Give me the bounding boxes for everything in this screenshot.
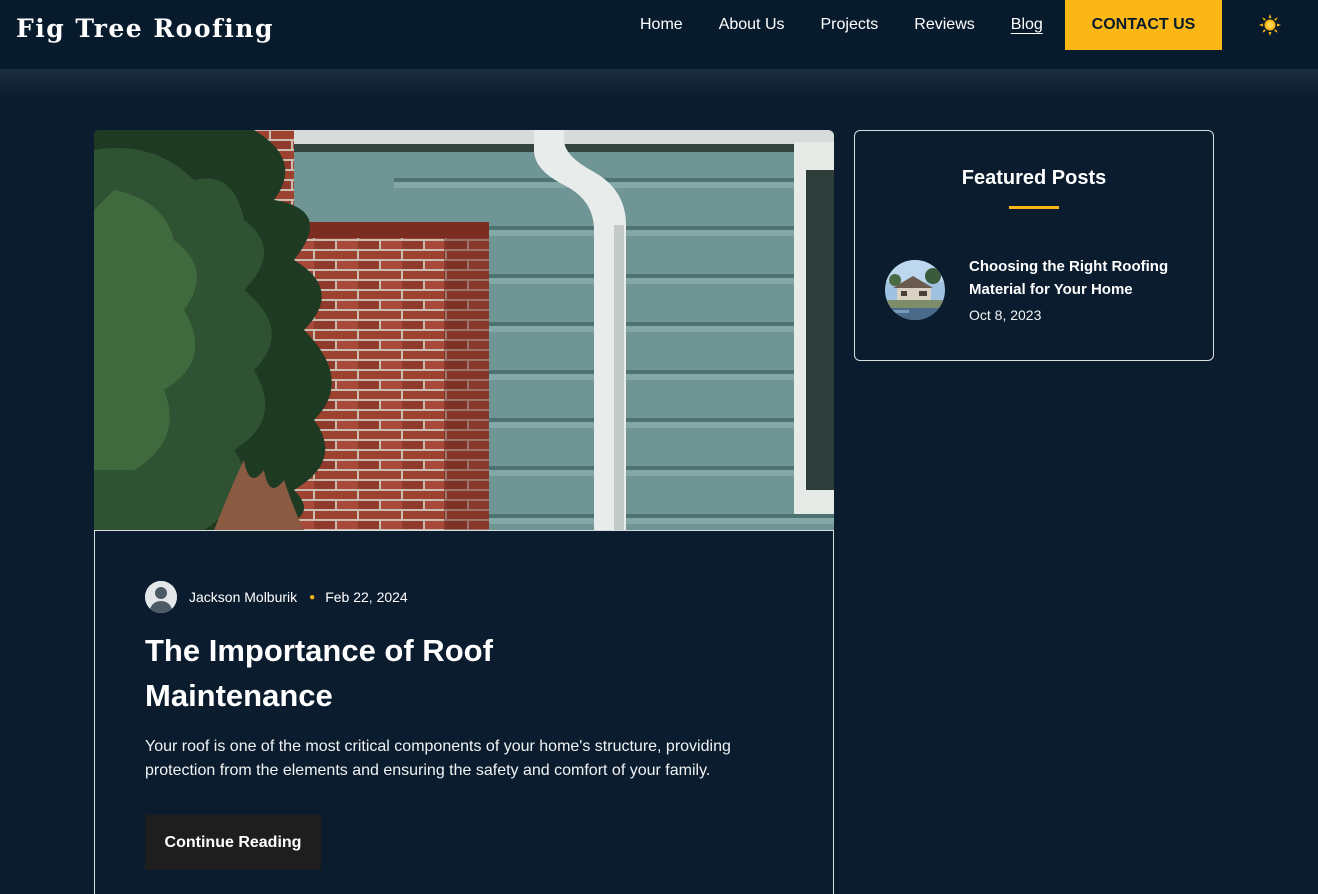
- post-meta: Jackson Molburik ● Feb 22, 2024: [145, 581, 408, 613]
- post-card-divider: [94, 530, 834, 531]
- house-thumbnail-photo: [885, 260, 945, 320]
- author-avatar: [145, 581, 177, 613]
- nav-about-us[interactable]: About Us: [719, 16, 785, 34]
- site-logo[interactable]: Fig Tree Roofing: [16, 14, 274, 43]
- site-header: Fig Tree Roofing Home About Us Projects …: [0, 0, 1318, 69]
- house-photo: [94, 130, 834, 530]
- post-excerpt: Your roof is one of the most critical co…: [145, 738, 731, 779]
- sun-icon: [1259, 14, 1281, 36]
- featured-post-title[interactable]: Choosing the Right Roofing Material for …: [969, 255, 1179, 301]
- continue-reading-button[interactable]: Continue Reading: [145, 815, 321, 870]
- title-underline: [1009, 206, 1059, 209]
- meta-separator: ●: [309, 591, 316, 603]
- featured-post-date: Oct 8, 2023: [969, 307, 1042, 323]
- featured-post-item[interactable]: Choosing the Right Roofing Material for …: [885, 258, 1185, 323]
- theme-toggle-button[interactable]: [1257, 12, 1283, 38]
- post-featured-image[interactable]: [94, 130, 834, 530]
- featured-posts-widget: Featured Posts Choosing the Right Roofin…: [854, 130, 1214, 361]
- nav-projects[interactable]: Projects: [821, 16, 879, 34]
- nav-reviews[interactable]: Reviews: [914, 16, 974, 34]
- author-name[interactable]: Jackson Molburik: [189, 589, 297, 605]
- contact-us-button[interactable]: CONTACT US: [1065, 0, 1222, 50]
- nav-blog[interactable]: Blog: [1011, 16, 1043, 34]
- user-icon: [145, 581, 177, 613]
- header-shadow: [0, 69, 1318, 97]
- post-title[interactable]: The Importance of Roof Maintenance: [145, 628, 565, 718]
- main-nav: Home About Us Projects Reviews Blog: [622, 0, 1061, 50]
- featured-posts-title: Featured Posts: [961, 167, 1107, 189]
- post-date: Feb 22, 2024: [325, 589, 408, 605]
- nav-home[interactable]: Home: [640, 16, 683, 34]
- featured-post-thumbnail[interactable]: [885, 260, 945, 320]
